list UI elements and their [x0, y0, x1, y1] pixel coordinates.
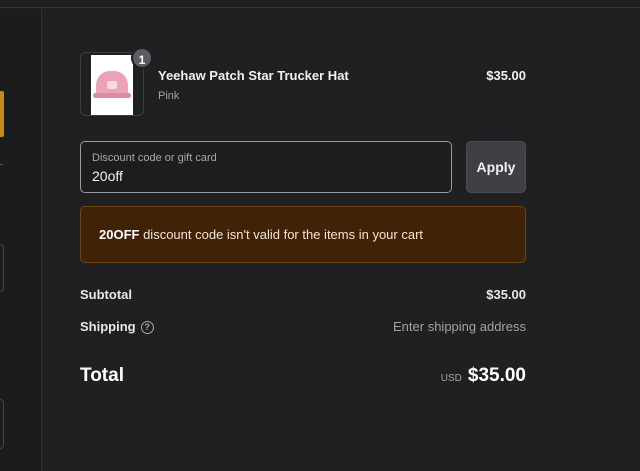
product-price: $35.00	[486, 68, 526, 83]
product-thumbnail: 1	[80, 47, 153, 116]
hat-brim	[93, 93, 131, 98]
cart-line-item: 1 Yeehaw Patch Star Trucker Hat Pink $35…	[80, 47, 526, 118]
error-code: 20OFF	[99, 227, 140, 242]
product-title: Yeehaw Patch Star Trucker Hat	[158, 68, 349, 83]
total-label: Total	[80, 365, 124, 386]
hat-patch	[107, 81, 117, 89]
total-row: Total USD $35.00	[80, 365, 526, 393]
apply-button[interactable]: Apply	[466, 141, 526, 193]
subtotal-row: Subtotal $35.00	[80, 287, 526, 307]
discount-field[interactable]: Discount code or gift card	[80, 141, 452, 193]
divider	[0, 164, 3, 165]
discount-input[interactable]	[92, 166, 432, 186]
form-field-edge[interactable]	[0, 399, 4, 449]
shipping-row: Shipping? Enter shipping address	[80, 319, 526, 339]
pink-trucker-hat-image	[91, 55, 133, 115]
shipping-label: Shipping	[80, 319, 136, 334]
shipping-value: Enter shipping address	[393, 319, 526, 334]
discount-error-banner: 20OFF discount code isn't valid for the …	[80, 206, 526, 263]
discount-row: Discount code or gift card Apply	[80, 141, 526, 193]
question-circle-icon[interactable]: ?	[140, 321, 154, 334]
subtotal-label: Subtotal	[80, 287, 132, 302]
top-divider	[0, 0, 640, 8]
order-summary: 1 Yeehaw Patch Star Trucker Hat Pink $35…	[80, 47, 526, 393]
primary-button-edge[interactable]	[0, 91, 4, 137]
quantity-badge: 1	[131, 47, 153, 69]
product-variant: Pink	[158, 90, 180, 102]
discount-label: Discount code or gift card	[92, 152, 217, 164]
checkout-form-panel	[0, 9, 42, 471]
error-message: discount code isn't valid for the items …	[139, 227, 424, 242]
form-field-edge[interactable]	[0, 244, 4, 292]
total-currency: USD	[440, 373, 462, 384]
subtotal-value: $35.00	[486, 287, 526, 302]
total-amount: $35.00	[467, 365, 526, 386]
